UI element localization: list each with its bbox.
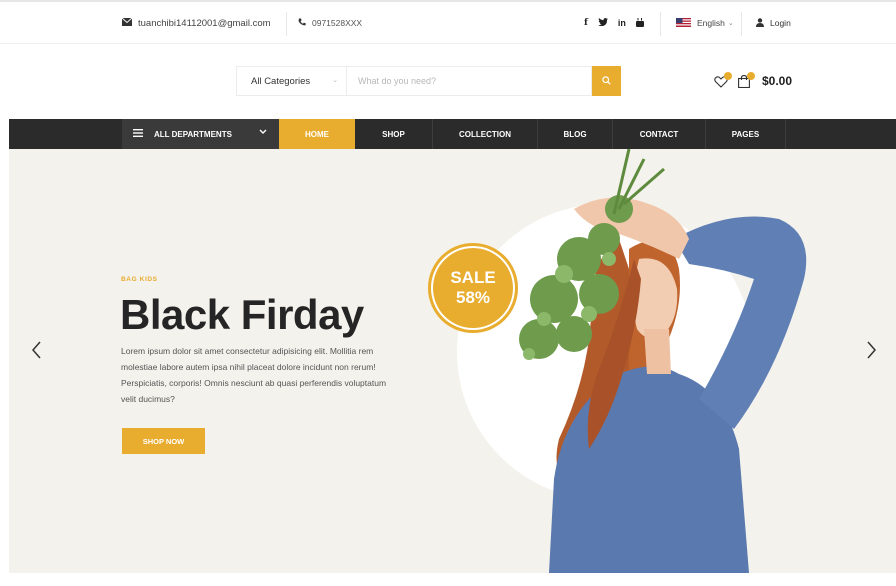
category-select-value: All Categories — [251, 75, 311, 87]
hero-model-image — [519, 149, 807, 573]
hero-banner: SALE 58% BAG KIDS Black Firday Lorem ips… — [9, 149, 896, 573]
chevron-down-icon: ⌄ — [332, 77, 338, 84]
phone-icon — [298, 18, 306, 28]
nav-shop[interactable]: SHOP — [355, 119, 433, 149]
facebook-icon[interactable]: f — [584, 18, 588, 28]
twitter-icon[interactable] — [597, 18, 608, 28]
search-icon — [602, 72, 611, 90]
hero-sub-label: BAG KIDS — [121, 276, 158, 283]
youtube-icon[interactable] — [635, 17, 644, 29]
contact-email[interactable]: tuanchibi14112001@gmail.com — [121, 2, 271, 44]
divider — [660, 12, 661, 36]
us-flag-icon — [676, 17, 691, 29]
user-icon — [756, 17, 764, 29]
search-input[interactable] — [346, 66, 592, 96]
nav-collection[interactable]: COLLECTION — [433, 119, 538, 149]
top-bar: tuanchibi14112001@gmail.com 0971528XXX f… — [0, 0, 896, 44]
sale-badge: SALE 58% — [428, 243, 518, 333]
search-button[interactable] — [592, 66, 621, 96]
cart-badge — [747, 72, 755, 80]
contact-email-text: tuanchibi14112001@gmail.com — [138, 17, 271, 29]
chevron-right-icon — [865, 341, 879, 365]
envelope-icon — [121, 17, 133, 29]
chevron-down-icon — [259, 128, 267, 137]
wishlist-badge — [724, 72, 732, 80]
chevron-left-icon — [29, 341, 43, 365]
main-nav: ALL DEPARTMENTS HOME SHOP COLLECTION BLO… — [9, 119, 896, 149]
divider — [286, 12, 287, 36]
shop-now-button[interactable]: SHOP NOW — [122, 428, 205, 454]
carousel-prev-button[interactable] — [29, 339, 45, 365]
language-selector[interactable]: English ⌄ — [676, 2, 734, 44]
social-links: f in — [584, 2, 644, 44]
chevron-down-icon: ⌄ — [727, 20, 734, 27]
login-link[interactable]: Login — [756, 2, 791, 44]
contact-phone[interactable]: 0971528XXX — [298, 2, 362, 44]
all-departments-button[interactable]: ALL DEPARTMENTS — [122, 119, 279, 149]
nav-pages[interactable]: PAGES — [706, 119, 786, 149]
category-select[interactable]: All Categories ⌄ — [236, 66, 346, 96]
language-label: English — [697, 18, 725, 28]
wishlist-button[interactable] — [714, 72, 732, 88]
hero-description: Lorem ipsum dolor sit amet consectetur a… — [121, 346, 387, 404]
nav-contact[interactable]: CONTACT — [613, 119, 706, 149]
carousel-next-button[interactable] — [865, 339, 881, 365]
divider — [741, 12, 742, 36]
nav-blog[interactable]: BLOG — [538, 119, 613, 149]
contact-phone-text: 0971528XXX — [312, 18, 363, 28]
linkedin-icon[interactable]: in — [618, 18, 626, 28]
hero-title: Black Firday — [120, 291, 364, 338]
nav-home[interactable]: HOME — [279, 119, 355, 149]
sale-badge-label: SALE — [450, 268, 496, 287]
sale-badge-percent: 58% — [455, 288, 491, 307]
cart-total: $0.00 — [762, 74, 793, 88]
login-label: Login — [770, 18, 791, 28]
cart-button[interactable] — [738, 72, 755, 88]
all-departments-label: ALL DEPARTMENTS — [154, 129, 232, 139]
menu-icon — [133, 129, 143, 139]
